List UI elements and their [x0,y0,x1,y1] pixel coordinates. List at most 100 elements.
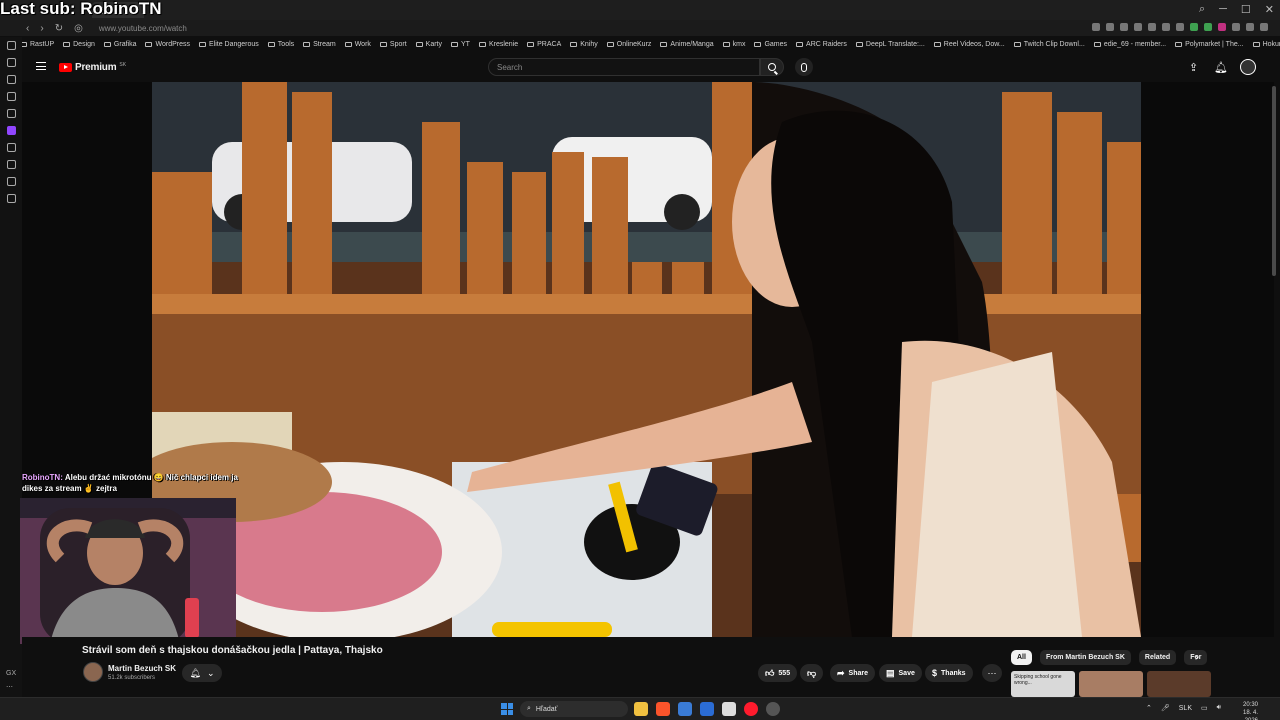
filter-chip[interactable]: From Martin Bezuch SK [1039,650,1131,665]
search-tabs-icon[interactable]: ⌕ [1199,3,1205,16]
bookmark-item[interactable]: Elite Dangerous [198,41,259,48]
youtube-logo[interactable]: Premium SK [59,62,126,73]
extension-icon[interactable] [1148,23,1156,31]
bookmark-item[interactable]: RastUP [20,41,54,48]
sidepanel-whatsapp-icon[interactable] [6,92,16,101]
bookmark-item[interactable]: Games [754,41,787,48]
bookmark-item[interactable]: edie_69 - member... [1093,41,1166,48]
microphone-icon[interactable]: 🎤︎ [1161,704,1170,712]
chevron-right-icon[interactable]: › [1195,652,1198,663]
file-explorer-icon[interactable] [634,702,648,716]
back-icon[interactable]: ‹ [26,23,29,34]
sidepanel-twitch-icon[interactable] [6,126,16,135]
bookmark-item[interactable]: OnlineKurz [606,41,651,48]
bookmark-item[interactable]: Polymarket | The... [1175,41,1244,48]
upload-icon[interactable]: ⇪ [1189,61,1198,74]
scrollbar-thumb[interactable] [1272,86,1276,276]
network-icon[interactable]: ▭ [1201,704,1208,712]
bookmark-item[interactable]: Kreslenie [478,41,518,48]
chevron-up-icon[interactable]: ⌃ [1146,704,1152,712]
bookmark-item[interactable]: Stream [303,41,336,48]
bookmark-item[interactable]: Knihy [570,41,598,48]
extension-icon[interactable] [1232,23,1240,31]
extension-icon[interactable] [1162,23,1170,31]
bookmark-item[interactable]: Karty [415,41,442,48]
minimize-icon[interactable]: ─ [1219,3,1227,16]
recommended-thumbnail[interactable] [1147,671,1211,697]
site-info-icon[interactable]: ◎ [74,23,83,34]
sidepanel-home-icon[interactable] [6,41,16,50]
like-button[interactable]: 👍︎ 555 [758,664,798,682]
bookmark-item[interactable]: Design [63,41,95,48]
app-icon[interactable] [722,702,736,716]
sidepanel-pin-icon[interactable] [6,177,16,186]
bookmark-item[interactable]: DeepL Translate:... [855,41,925,48]
sidepanel-aria-icon[interactable] [6,58,16,67]
bookmark-item[interactable]: Reel Videos, Dow... [933,41,1005,48]
sidepanel-history-icon[interactable] [6,160,16,169]
gx-label[interactable]: GX [6,667,16,681]
taskbar-search[interactable]: ⌕ Hľadať [520,701,628,717]
save-button[interactable]: ▤ Save [879,664,922,682]
extension-icon[interactable] [1106,23,1114,31]
bookmark-item[interactable]: PRACA [527,41,561,48]
notifications-bell-icon[interactable]: 🔔︎ [1214,61,1228,74]
extension-icon[interactable] [1190,23,1198,31]
extension-icon[interactable] [1218,23,1226,31]
bookmark-item[interactable]: WordPress [145,41,190,48]
language-indicator[interactable]: SLK [1179,705,1192,712]
voice-search-button[interactable] [795,58,813,76]
reload-icon[interactable]: ↻ [55,23,63,34]
forward-icon[interactable]: › [40,23,43,34]
volume-icon[interactable]: 🔊︎ [1217,704,1221,712]
sidepanel-player-icon[interactable] [6,143,16,152]
app-icon[interactable] [678,702,692,716]
bookmark-item[interactable]: Grafika [103,41,136,48]
menu-icon[interactable] [36,62,46,70]
bookmark-item[interactable]: Twitch Clip Downl... [1013,41,1085,48]
brave-icon[interactable] [656,702,670,716]
search-input[interactable] [488,58,760,76]
more-actions-button[interactable]: ⋯ [982,664,1002,682]
thanks-button[interactable]: $ Thanks [925,664,973,682]
filter-chip[interactable]: Related [1138,650,1177,665]
channel-name[interactable]: Martin Bezuch SK [108,664,176,673]
bookmark-item[interactable]: Anime/Manga [660,41,714,48]
recommended-thumbnail[interactable] [1079,671,1143,697]
extension-icon[interactable] [1120,23,1128,31]
sidepanel-more-icon[interactable]: ⋯ [6,681,16,695]
menu-icon[interactable] [1260,23,1268,31]
bookmark-item[interactable]: kmx [722,41,745,48]
maximize-icon[interactable]: ☐ [1241,3,1251,16]
taskbar-clock[interactable]: 20:30 18. 4. 2026 [1228,701,1258,720]
dislike-button[interactable]: 👎︎ [800,664,824,682]
url-field[interactable]: www.youtube.com/watch [99,24,187,33]
search-button[interactable] [760,58,784,76]
page-scrollbar[interactable] [1272,82,1278,682]
obs-icon[interactable] [766,702,780,716]
opera-gx-icon[interactable] [744,702,758,716]
sidepanel-extensions-icon[interactable] [6,194,16,203]
video-player[interactable] [152,82,1141,637]
extension-icon[interactable] [1176,23,1184,31]
sidepanel-settings-icon[interactable] [6,109,16,118]
filter-chip[interactable]: All [1011,650,1032,665]
channel-avatar[interactable] [83,662,103,682]
bookmark-item[interactable]: Tools [267,41,294,48]
recommended-thumbnail[interactable]: Skipping school gone wrong... [1011,671,1075,697]
start-button[interactable] [501,703,513,715]
bookmark-item[interactable]: Sport [379,41,407,48]
extension-icon[interactable] [1204,23,1212,31]
bookmark-item[interactable]: Work [344,41,371,48]
subscribed-bell-button[interactable]: 🔔︎ ⌄ [182,664,222,682]
bookmark-item[interactable]: ARC Raiders [796,41,847,48]
bookmark-item[interactable]: Hokuro [1252,41,1280,48]
close-icon[interactable]: ✕ [1265,3,1274,16]
extension-icon[interactable] [1246,23,1254,31]
share-button[interactable]: ➦ Share [830,664,876,682]
extension-icon[interactable] [1134,23,1142,31]
app-icon[interactable] [700,702,714,716]
extension-icon[interactable] [1092,23,1100,31]
account-avatar[interactable] [1240,59,1256,75]
sidepanel-messenger-icon[interactable] [6,75,16,84]
